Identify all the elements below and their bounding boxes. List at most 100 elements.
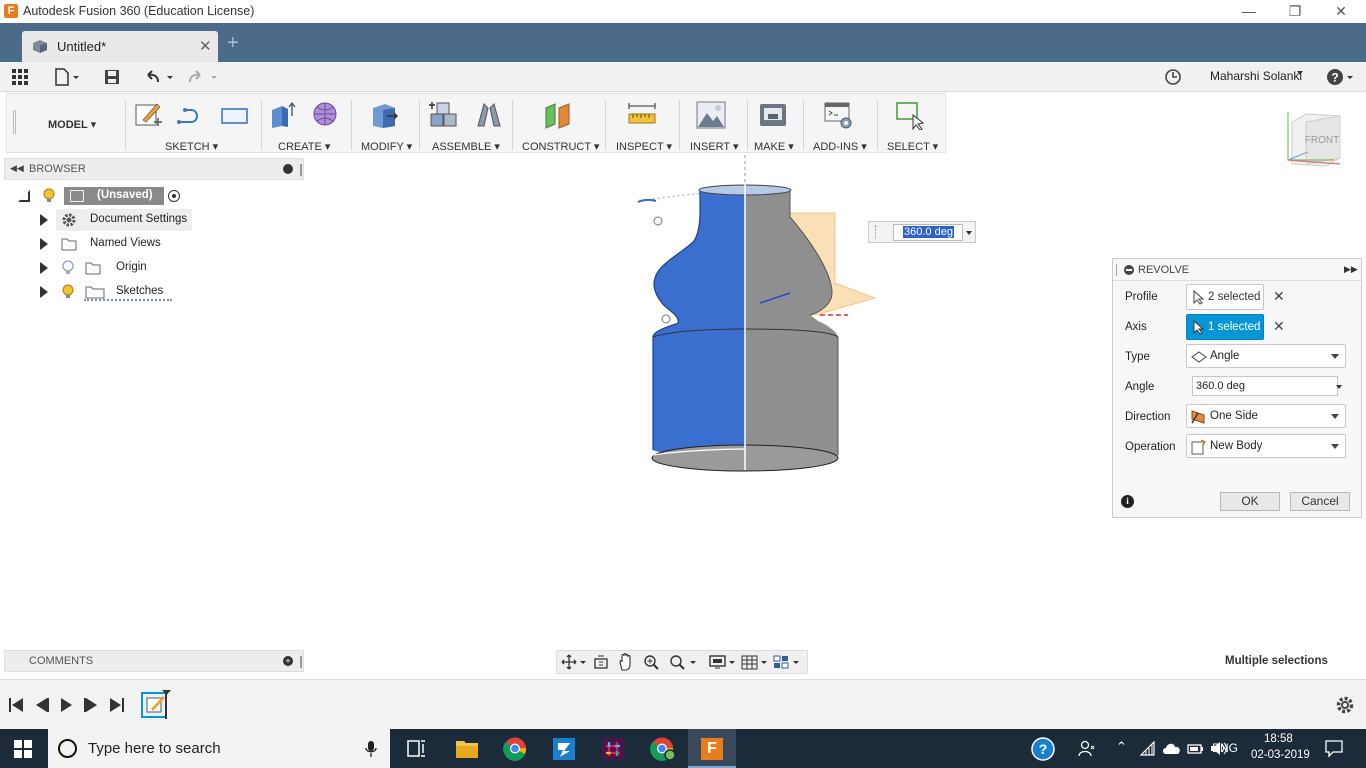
angle-value-input[interactable]: 360.0 deg	[893, 224, 963, 241]
chrome-icon[interactable]	[491, 729, 539, 768]
profile-selection[interactable]: 2 selected	[1186, 284, 1264, 310]
taskbar-search-box[interactable]: Type here to search	[48, 729, 390, 768]
look-at-icon[interactable]	[593, 654, 609, 670]
slack-icon[interactable]	[589, 729, 637, 768]
angle-dropdown-icon[interactable]	[966, 231, 972, 235]
browser-item-sketches[interactable]: Sketches	[4, 281, 304, 303]
clear-profile-icon[interactable]: ✕	[1273, 288, 1285, 305]
lightbulb-icon[interactable]	[61, 284, 75, 300]
onedrive-cloud-icon[interactable]	[1162, 741, 1182, 755]
rectangle-tool-icon[interactable]	[219, 100, 249, 130]
make-menu[interactable]: MAKE ▾	[754, 140, 794, 153]
construct-menu[interactable]: CONSTRUCT ▾	[522, 140, 599, 153]
browser-item-named-views[interactable]: Named Views	[4, 233, 304, 255]
help-icon[interactable]: ?	[1326, 67, 1356, 87]
expand-arrow-icon[interactable]	[40, 238, 48, 250]
redo-icon[interactable]	[188, 67, 220, 87]
browser-item-origin[interactable]: Origin	[4, 257, 304, 279]
add-comment-icon[interactable]: +	[283, 656, 293, 666]
inspect-menu[interactable]: INSPECT ▾	[616, 140, 672, 153]
expand-arrow-icon[interactable]	[40, 286, 48, 298]
clear-axis-icon[interactable]: ✕	[1273, 318, 1285, 335]
collapse-browser-icon[interactable]: ◀◀	[10, 163, 24, 174]
offset-plane-icon[interactable]	[543, 100, 573, 130]
press-pull-icon[interactable]	[369, 100, 399, 130]
dialog-collapse-icon[interactable]	[1124, 265, 1134, 275]
insert-canvas-icon[interactable]	[696, 100, 726, 130]
lightbulb-icon[interactable]	[42, 188, 56, 204]
dialog-grip[interactable]	[1116, 264, 1118, 276]
new-tab-button[interactable]: +	[227, 33, 245, 54]
viewports-icon[interactable]	[773, 654, 801, 670]
direction-dropdown[interactable]: One Side	[1186, 404, 1346, 428]
display-settings-icon[interactable]	[709, 654, 737, 670]
workspace-switcher[interactable]: MODEL ▾	[48, 118, 96, 131]
joint-icon[interactable]	[474, 100, 504, 130]
toolbar-grip[interactable]	[13, 110, 16, 134]
browser-options-icon[interactable]	[283, 164, 293, 174]
type-dropdown[interactable]: Angle	[1186, 344, 1346, 368]
ok-button[interactable]: OK	[1220, 492, 1280, 511]
clock-date[interactable]: 02-03-2019	[1251, 749, 1310, 761]
select-icon[interactable]	[895, 100, 925, 130]
browser-grip[interactable]	[300, 164, 302, 176]
action-center-icon[interactable]	[1324, 739, 1344, 758]
extrude-icon[interactable]	[268, 100, 298, 130]
info-icon[interactable]: i	[1121, 495, 1134, 508]
show-hidden-icons-chevron-icon[interactable]: ⌃	[1116, 739, 1127, 755]
chrome-profile-icon[interactable]	[638, 729, 686, 768]
save-icon[interactable]	[103, 67, 121, 87]
add-ins-menu[interactable]: ADD-INS ▾	[813, 140, 867, 153]
battery-icon[interactable]	[1187, 741, 1205, 756]
assemble-menu[interactable]: ASSEMBLE ▾	[432, 140, 500, 153]
expand-dialog-icon[interactable]: ▶▶	[1344, 264, 1358, 275]
activate-radio-icon[interactable]	[168, 190, 180, 202]
close-window-button[interactable]: ✕	[1318, 0, 1364, 23]
root-component[interactable]: (Unsaved)	[64, 187, 164, 205]
comments-grip[interactable]	[300, 656, 302, 668]
expand-arrow-icon[interactable]	[40, 262, 48, 274]
fusion-taskbar-button[interactable]: F	[688, 729, 736, 768]
windows-start-icon[interactable]	[14, 740, 32, 758]
new-component-icon[interactable]	[429, 100, 459, 130]
browser-root-row[interactable]: (Unsaved)	[4, 185, 304, 207]
document-tab[interactable]: Untitled* ✕	[22, 31, 218, 62]
file-explorer-icon[interactable]	[443, 729, 491, 768]
minimize-button[interactable]: —	[1226, 0, 1272, 23]
lightbulb-off-icon[interactable]	[61, 260, 75, 276]
modify-menu[interactable]: MODIFY ▾	[361, 140, 412, 153]
language-indicator[interactable]: ENG	[1212, 741, 1238, 755]
file-menu-icon[interactable]	[54, 67, 80, 87]
user-account-menu[interactable]: Maharshi Solanki	[1210, 69, 1302, 83]
line-tool-icon[interactable]	[175, 100, 205, 130]
expand-arrow-icon[interactable]	[40, 214, 48, 226]
network-icon[interactable]	[1140, 741, 1156, 756]
3d-print-icon[interactable]	[758, 100, 788, 130]
zoom-icon[interactable]	[643, 654, 661, 670]
cancel-button[interactable]: Cancel	[1290, 492, 1350, 511]
app-grid-icon[interactable]	[11, 67, 29, 87]
grid-snap-icon[interactable]	[741, 654, 769, 670]
timeline-sketch-feature-icon[interactable]	[140, 689, 174, 721]
pan-hand-icon[interactable]	[618, 653, 634, 671]
job-status-clock-icon[interactable]	[1164, 67, 1182, 87]
fit-view-icon[interactable]	[669, 654, 697, 670]
store-app-icon[interactable]	[540, 729, 588, 768]
create-menu[interactable]: CREATE ▾	[278, 140, 330, 153]
undo-icon[interactable]	[144, 67, 176, 87]
measure-icon[interactable]	[627, 100, 657, 130]
restore-button[interactable]: ❐	[1272, 0, 1318, 23]
task-view-icon[interactable]	[392, 729, 440, 768]
axis-selection[interactable]: 1 selected	[1186, 314, 1264, 340]
angle-input[interactable]: 360.0 deg	[1192, 376, 1338, 396]
people-icon[interactable]	[1078, 740, 1096, 758]
sketch-menu[interactable]: SKETCH ▾	[165, 140, 218, 153]
viewport-model[interactable]	[620, 155, 900, 480]
orbit-icon[interactable]	[561, 654, 587, 670]
create-sketch-icon[interactable]	[133, 100, 163, 130]
microphone-icon[interactable]	[365, 740, 377, 758]
select-menu[interactable]: SELECT ▾	[887, 140, 938, 153]
operation-dropdown[interactable]: New Body	[1186, 434, 1346, 458]
insert-menu[interactable]: INSERT ▾	[690, 140, 739, 153]
clock-time[interactable]: 18:58	[1264, 733, 1293, 745]
